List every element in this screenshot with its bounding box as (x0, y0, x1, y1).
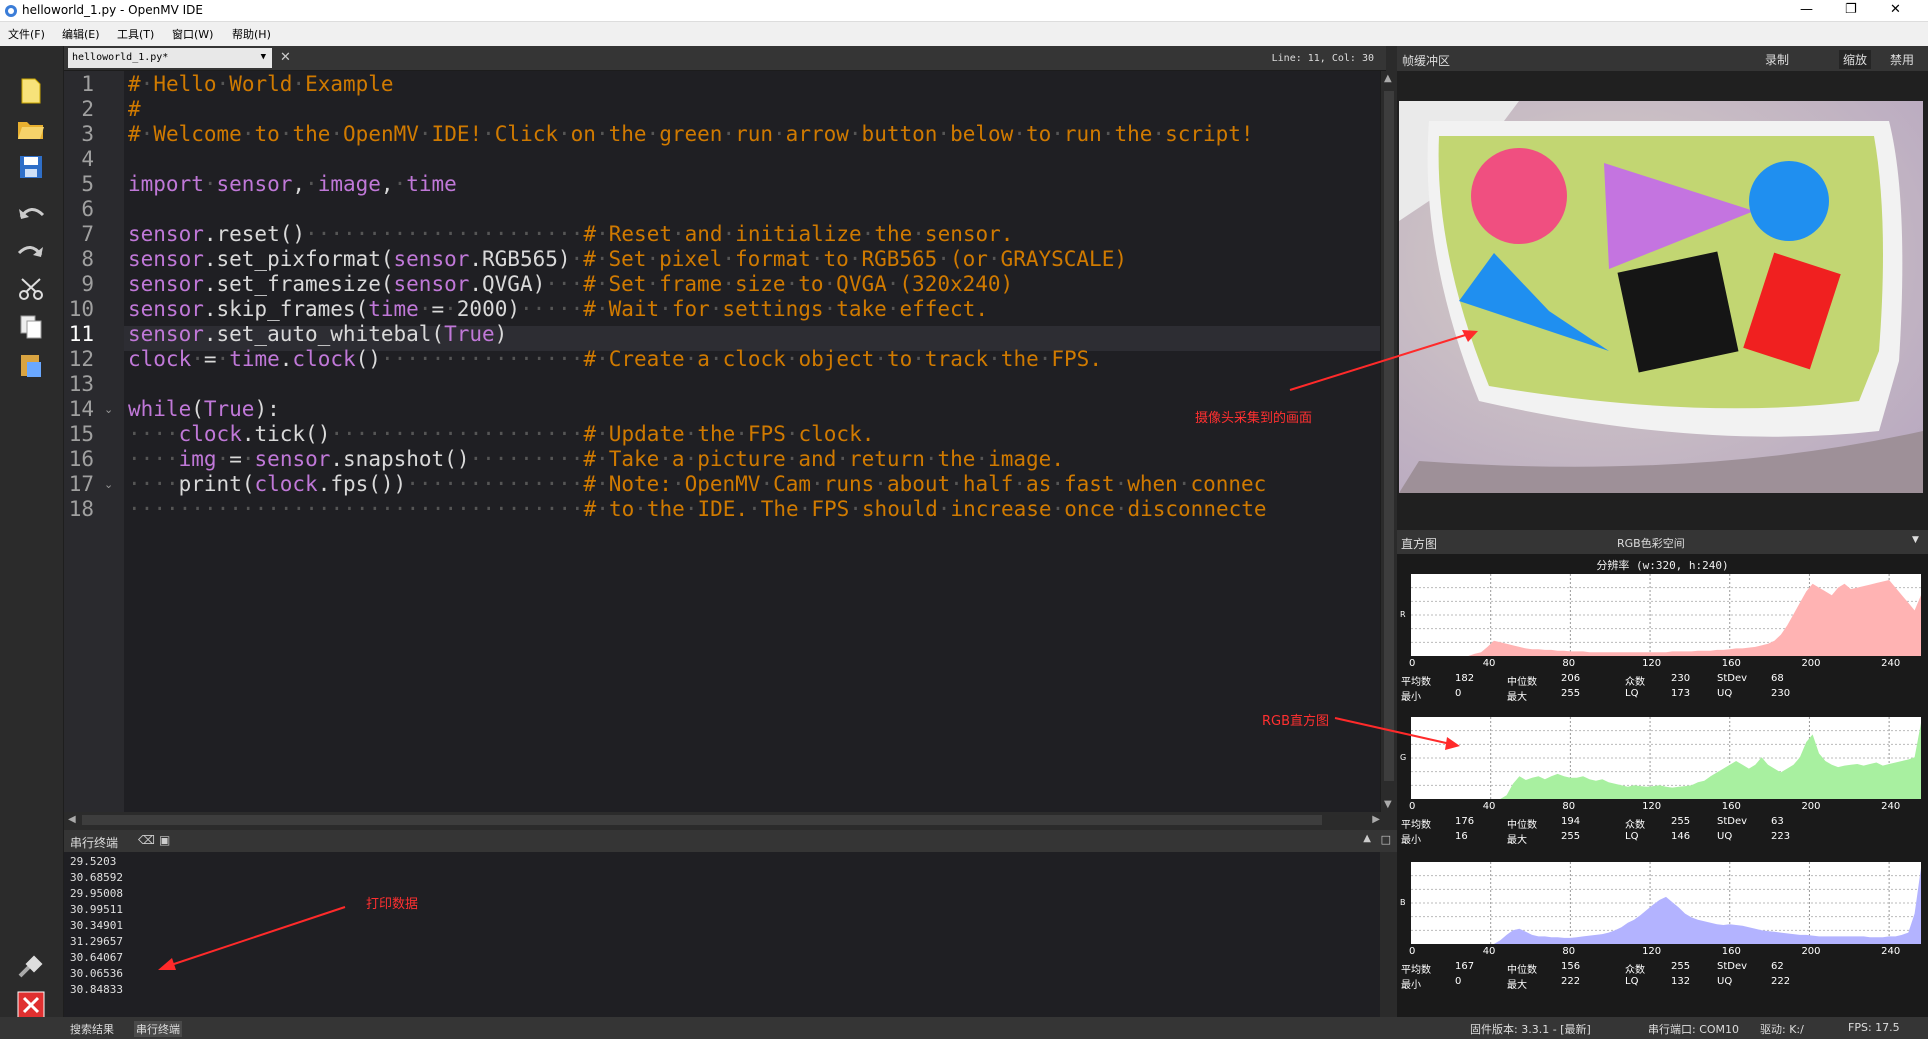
annotation-rgb: RGB直方图 (1262, 714, 1330, 729)
serial-port: 串行端口: COM10 (1648, 1023, 1740, 1036)
firmware-version[interactable]: 固件版本: 3.3.1 - [最新] (1470, 1021, 1591, 1037)
drive[interactable]: 驱动: K:/ (1760, 1021, 1804, 1037)
status-tab-search[interactable]: 搜索结果 (70, 1021, 114, 1037)
annotation-arrows (158, 330, 1478, 970)
annotation-camera: 摄像头采集到的画面 (1195, 411, 1313, 426)
status-bar: 搜索结果 串行终端 固件版本: 3.3.1 - [最新] 串行端口: COM10… (0, 1017, 1928, 1039)
fps-readout: FPS: 17.5 (1848, 1021, 1900, 1034)
status-tab-terminal[interactable]: 串行终端 (134, 1021, 182, 1037)
annotation-print: 打印数据 (366, 897, 419, 912)
